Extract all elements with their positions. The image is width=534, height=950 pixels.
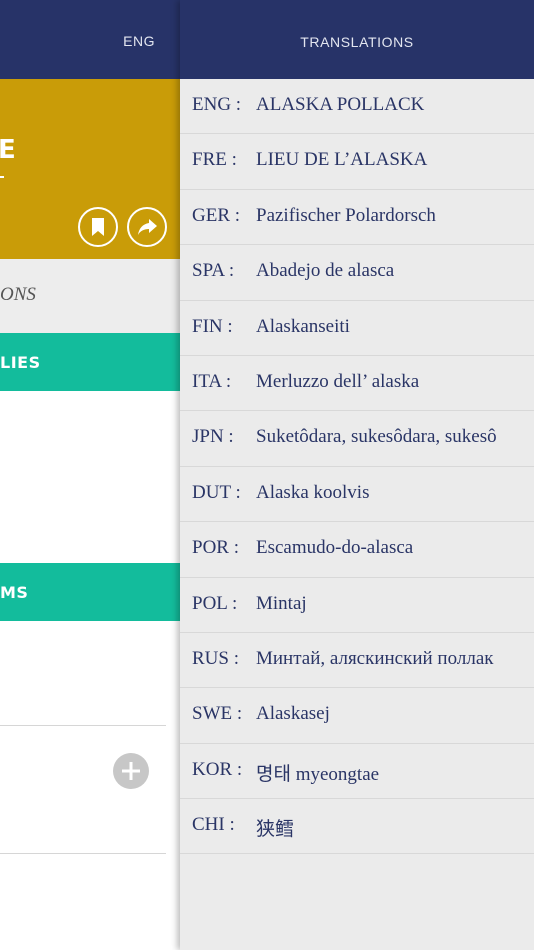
language-code: RUS : bbox=[192, 647, 239, 669]
translated-name: 狭鳕 bbox=[256, 819, 295, 841]
bookmark-icon bbox=[92, 218, 104, 236]
divider bbox=[0, 853, 166, 854]
translated-name: Mintaj bbox=[256, 592, 307, 614]
translation-row: SPA : Abadejo de alasca bbox=[180, 245, 534, 301]
language-code: POR : bbox=[192, 537, 239, 559]
translations-title: TRANSLATIONS bbox=[300, 34, 414, 50]
translated-name: Abadejo de alasca bbox=[256, 260, 395, 282]
bookmark-button[interactable] bbox=[78, 207, 118, 247]
families-label: LIES bbox=[0, 353, 41, 372]
hero-decoration bbox=[0, 176, 4, 178]
language-code: CHI : bbox=[192, 814, 235, 836]
translated-name: LIEU DE L’ALASKA bbox=[256, 149, 428, 171]
left-header: ENG bbox=[0, 0, 180, 79]
translation-row: FIN : Alaskanseiti bbox=[180, 301, 534, 356]
add-button[interactable] bbox=[113, 753, 149, 789]
language-code: FRE : bbox=[192, 149, 237, 171]
species-detail-panel: ENG E ONS LIES MS bbox=[0, 0, 180, 950]
language-code: ENG : bbox=[192, 94, 242, 115]
share-button[interactable] bbox=[127, 207, 167, 247]
translated-name: Минтай, аляскинский поллак bbox=[256, 647, 494, 669]
translated-name: Pazifischer Polardorsch bbox=[256, 204, 436, 226]
translated-name: Suketôdara, sukesôdara, sukesô bbox=[256, 426, 497, 448]
translations-header: TRANSLATIONS bbox=[180, 0, 534, 79]
translation-row: JPN : Suketôdara, sukesôdara, sukesô bbox=[180, 411, 534, 467]
divider bbox=[0, 725, 166, 726]
translated-name: Alaskanseiti bbox=[256, 315, 350, 337]
language-code: GER : bbox=[192, 204, 241, 226]
translation-row: ITA : Merluzzo dell’ alaska bbox=[180, 356, 534, 412]
language-selector[interactable]: ENG bbox=[123, 33, 155, 49]
language-code: SPA : bbox=[192, 260, 235, 282]
translated-name: Merluzzo dell’ alaska bbox=[256, 370, 420, 392]
translated-name: ALASKA POLLACK bbox=[256, 94, 425, 115]
language-code: ITA : bbox=[192, 370, 232, 392]
plus-icon bbox=[122, 762, 140, 780]
translation-row: KOR : 명태 myeongtae bbox=[180, 744, 534, 800]
language-code: POL : bbox=[192, 592, 238, 614]
translation-row: FRE : LIEU DE L’ALASKA bbox=[180, 134, 534, 190]
language-code: DUT : bbox=[192, 481, 241, 503]
section-subheading: ONS bbox=[0, 284, 36, 305]
translation-row: RUS : Минтай, аляскинский поллак bbox=[180, 633, 534, 689]
translations-list: ENG : ALASKA POLLACK FRE : LIEU DE L’ALASKA… bbox=[180, 79, 534, 855]
species-title-fragment: E bbox=[0, 135, 16, 165]
items-label: MS bbox=[0, 583, 29, 602]
language-code: JPN : bbox=[192, 426, 234, 448]
translated-name: Alaska koolvis bbox=[256, 481, 370, 503]
translations-panel: TRANSLATIONS ENG : ALASKA POLLACK FRE : LIE… bbox=[180, 0, 534, 950]
translation-row: DUT : Alaska koolvis bbox=[180, 467, 534, 523]
translation-row: CHI : 狭鳕 bbox=[180, 799, 534, 855]
translated-name: Alaskasej bbox=[256, 703, 330, 725]
translated-name: Escamudo-do-alasca bbox=[256, 537, 414, 559]
language-code: KOR : bbox=[192, 758, 243, 780]
translation-row: POL : Mintaj bbox=[180, 578, 534, 633]
language-code: FIN : bbox=[192, 315, 233, 337]
translation-row: GER : Pazifischer Polardorsch bbox=[180, 190, 534, 246]
share-icon bbox=[138, 219, 157, 235]
translated-name: 명태 myeongtae bbox=[256, 763, 380, 785]
translation-row: POR : Escamudo-do-alasca bbox=[180, 522, 534, 578]
language-code: SWE : bbox=[192, 703, 243, 725]
translation-row: SWE : Alaskasej bbox=[180, 688, 534, 744]
translation-row: ENG : ALASKA POLLACK bbox=[180, 79, 534, 135]
